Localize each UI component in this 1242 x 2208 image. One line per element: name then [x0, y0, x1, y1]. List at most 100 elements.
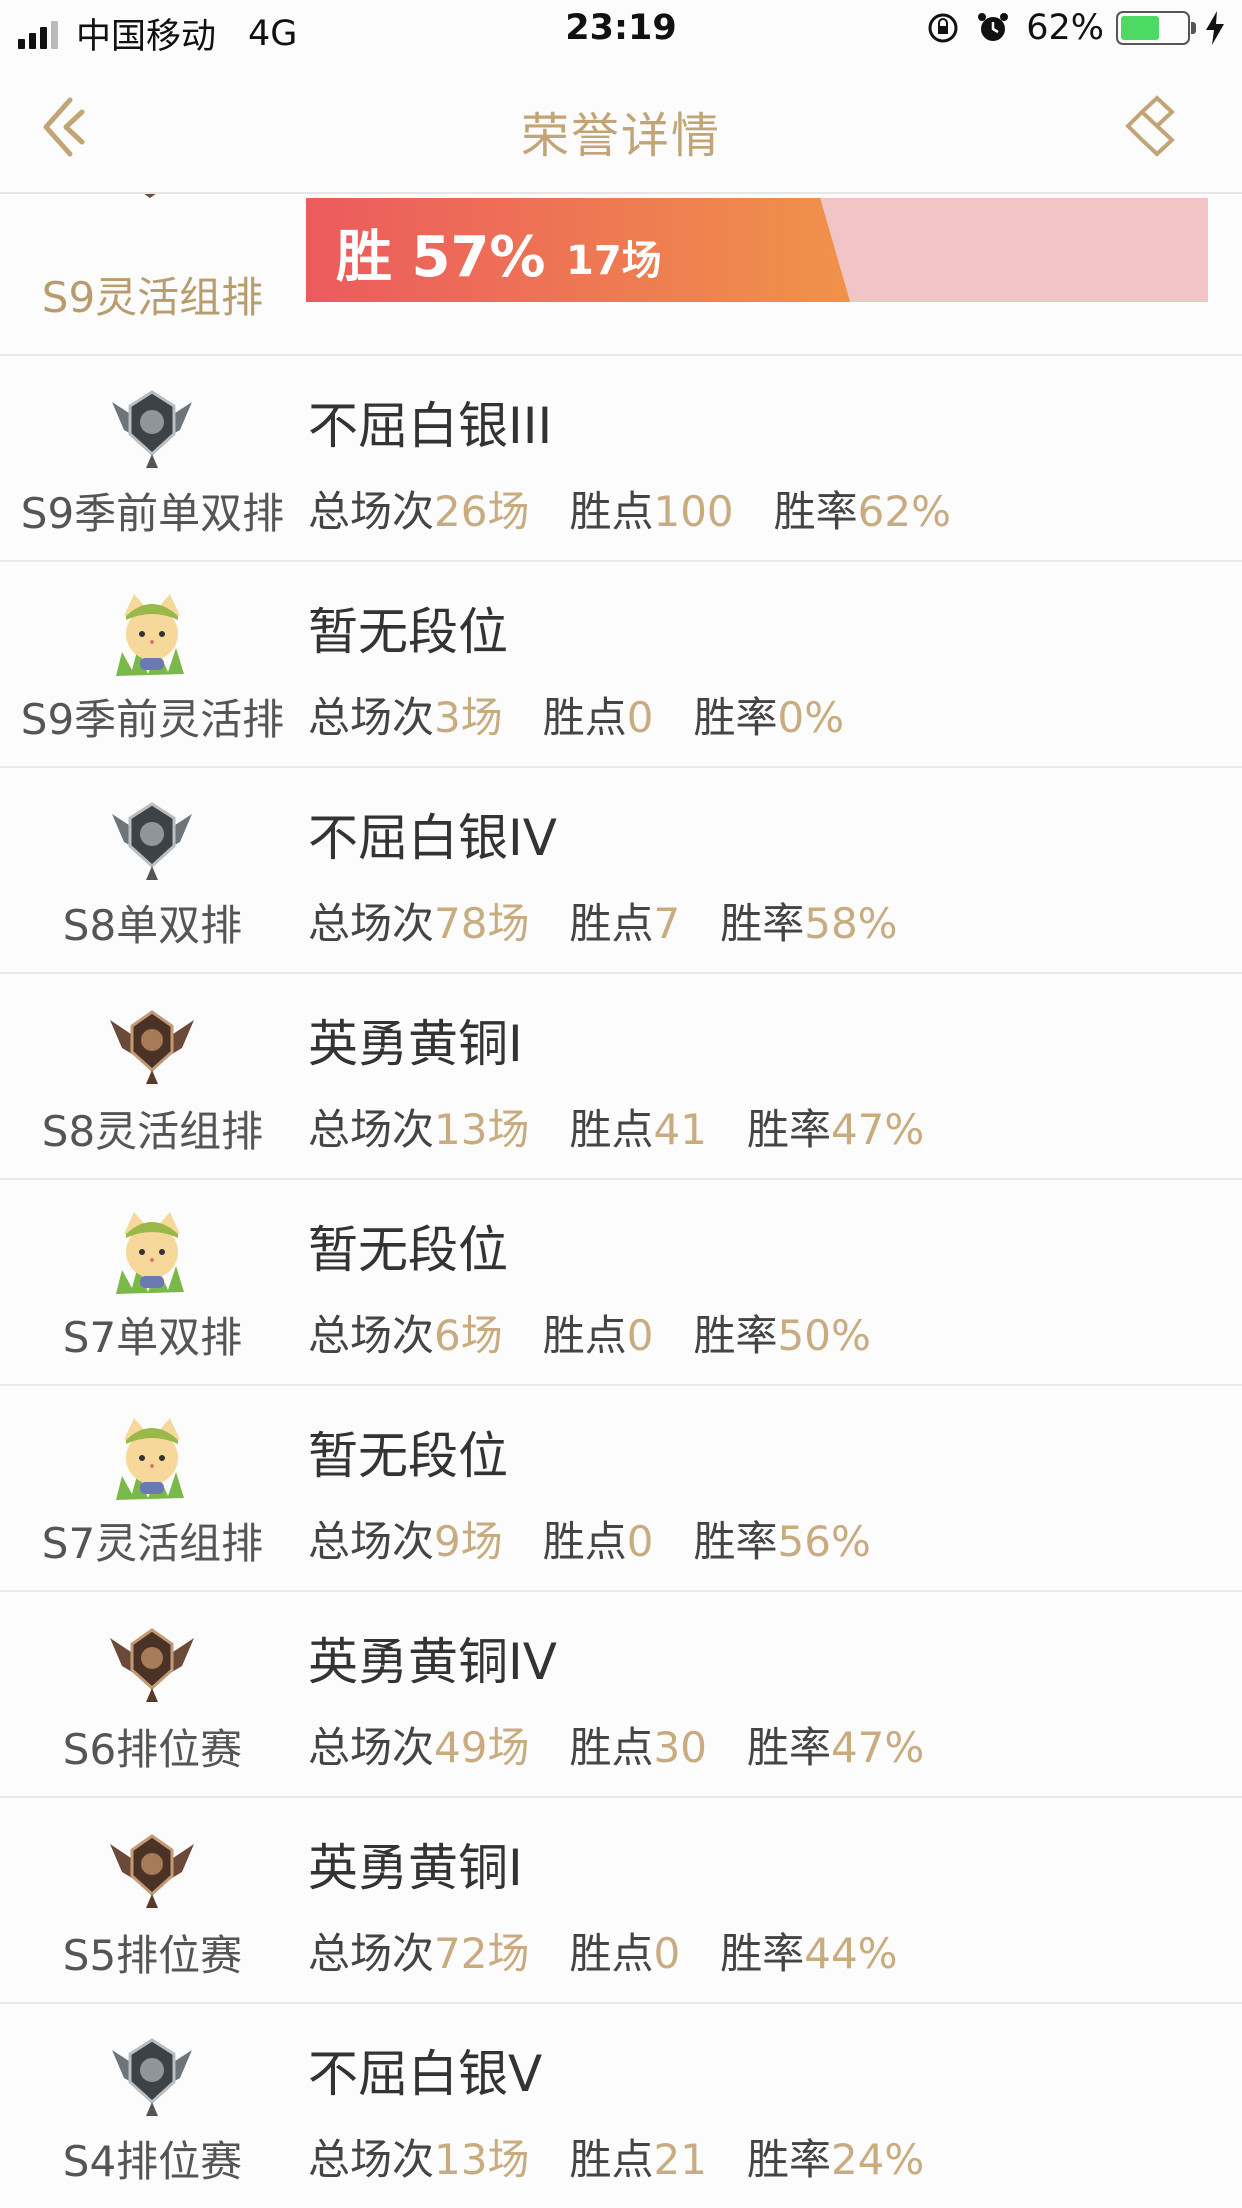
points-label: 胜点 — [542, 693, 627, 742]
alarm-icon — [978, 13, 1009, 41]
total-games-value: 6场 — [434, 1311, 503, 1360]
points-label: 胜点 — [569, 899, 654, 948]
unranked-teemo-icon — [116, 1418, 184, 1500]
list-item[interactable]: S7单双排 暂无段位 总场次6场 胜点0 胜率50% — [0, 1180, 1242, 1386]
points-value: 30 — [653, 1723, 707, 1772]
list-item[interactable]: S4排位赛 不屈白银V 总场次13场 胜点21 胜率24% — [0, 2004, 1242, 2208]
win-rate-label: 胜率 — [720, 899, 805, 948]
win-rate-value: 58% — [804, 899, 898, 948]
total-games-label: 总场次 — [308, 1311, 435, 1360]
total-games-label: 总场次 — [308, 1929, 435, 1978]
silver-badge-icon — [112, 2038, 192, 2116]
win-rate-value: 50% — [777, 1311, 871, 1360]
stats-line: 总场次6场 胜点0 胜率50% — [308, 1302, 871, 1363]
stats-line: 总场次49场 胜点30 胜率47% — [308, 1714, 924, 1775]
season-label: S9季前单双排 — [20, 489, 285, 538]
win-rate-label: 胜率 — [720, 1929, 805, 1978]
total-games-value: 3场 — [434, 693, 503, 742]
list-item[interactable]: S9季前单双排 不屈白银III 总场次26场 胜点100 胜率62% — [0, 356, 1242, 562]
total-games-label: 总场次 — [308, 899, 435, 948]
nav-bar: 荣誉详情 — [0, 62, 1242, 194]
total-games-value: 13场 — [434, 2135, 530, 2184]
win-rate-label: 胜率 — [773, 487, 858, 536]
points-value: 0 — [626, 1517, 654, 1566]
win-rate-value: 56% — [777, 1517, 871, 1566]
win-rate-value: 47% — [830, 1105, 925, 1154]
points-label: 胜点 — [569, 2135, 654, 2184]
rank-name: 不屈白银V — [308, 2045, 543, 2103]
total-games-value: 78场 — [434, 899, 530, 948]
rank-name: 不屈白银IV — [308, 809, 557, 867]
points-label: 胜点 — [569, 487, 654, 536]
list-item[interactable]: S8单双排 不屈白银IV 总场次78场 胜点7 胜率58% — [0, 768, 1242, 974]
win-rate-label: 胜率 — [746, 1723, 831, 1772]
points-value: 0 — [653, 1929, 681, 1978]
season-label: S8灵活组排 — [41, 1107, 264, 1156]
stats-line: 总场次3场 胜点0 胜率0% — [308, 684, 844, 745]
win-rate-label: 胜率 — [746, 2135, 831, 2184]
honor-list[interactable]: S9灵活组排 胜 57% 17场 S9季前单双排 不屈白银III 总场次26场 胜点1… — [0, 194, 1242, 2208]
rotation-lock-icon — [928, 13, 958, 43]
rank-name: 英勇黄铜I — [308, 1839, 523, 1897]
battery-percent: 62% — [1026, 8, 1104, 48]
share-icon[interactable] — [1122, 90, 1192, 160]
list-item[interactable]: S5排位赛 英勇黄铜I 总场次72场 胜点0 胜率44% — [0, 1798, 1242, 2004]
win-rate-label: 胜率 — [746, 1105, 831, 1154]
stats-line: 总场次78场 胜点7 胜率58% — [308, 890, 898, 951]
points-value: 100 — [653, 487, 734, 536]
total-games-value: 49场 — [434, 1723, 530, 1772]
season-label: S9灵活组排 — [41, 273, 264, 322]
total-games-value: 9场 — [434, 1517, 503, 1566]
win-rate-label: 胜率 — [693, 1311, 778, 1360]
points-value: 0 — [626, 693, 654, 742]
list-item[interactable]: S8灵活组排 英勇黄铜I 总场次13场 胜点41 胜率47% — [0, 974, 1242, 1180]
rank-name: 英勇黄铜IV — [308, 1633, 557, 1691]
games-count: 17场 — [566, 238, 662, 284]
total-games-label: 总场次 — [308, 487, 435, 536]
win-rate-text: 胜 57% — [336, 225, 546, 290]
list-item[interactable]: S7灵活组排 暂无段位 总场次9场 胜点0 胜率56% — [0, 1386, 1242, 1592]
points-label: 胜点 — [569, 1929, 654, 1978]
season-label: S7单双排 — [62, 1313, 243, 1362]
stats-line: 总场次13场 胜点21 胜率24% — [308, 2126, 924, 2187]
bronze-badge-icon — [144, 194, 156, 198]
season-rows: S9季前单双排 不屈白银III 总场次26场 胜点100 胜率62% S9季前灵活排 暂无段… — [0, 356, 1242, 2208]
points-label: 胜点 — [542, 1517, 627, 1566]
status-bar: 中国移动 4G 23:19 62% — [0, 0, 1242, 62]
win-rate-value: 24% — [830, 2135, 925, 2184]
battery-fill — [1121, 16, 1159, 40]
unranked-teemo-icon — [116, 594, 184, 676]
points-value: 41 — [653, 1105, 707, 1154]
stats-line: 总场次26场 胜点100 胜率62% — [308, 478, 951, 539]
win-rate-value: 47% — [830, 1723, 925, 1772]
season-label: S9季前灵活排 — [20, 695, 285, 744]
season-label: S4排位赛 — [62, 2137, 243, 2186]
total-games-label: 总场次 — [308, 2135, 435, 2184]
win-rate-value: 44% — [804, 1929, 898, 1978]
rank-name: 暂无段位 — [308, 1221, 508, 1279]
list-item-top[interactable]: S9灵活组排 胜 57% 17场 — [0, 194, 1242, 356]
status-right: 62% — [926, 8, 1226, 48]
total-games-label: 总场次 — [308, 1105, 435, 1154]
season-label: S6排位赛 — [62, 1725, 243, 1774]
points-value: 7 — [653, 899, 681, 948]
list-item[interactable]: S9季前灵活排 暂无段位 总场次3场 胜点0 胜率0% — [0, 562, 1242, 768]
points-label: 胜点 — [569, 1723, 654, 1772]
rank-name: 暂无段位 — [308, 603, 508, 661]
silver-badge-icon — [112, 802, 192, 880]
points-value: 21 — [653, 2135, 707, 2184]
stats-line: 总场次13场 胜点41 胜率47% — [308, 1096, 924, 1157]
win-rate-value: 0% — [777, 693, 845, 742]
total-games-label: 总场次 — [308, 1517, 435, 1566]
bronze-badge-icon — [110, 1628, 194, 1702]
rank-name: 英勇黄铜I — [308, 1015, 523, 1073]
win-rate-value: 62% — [857, 487, 952, 536]
bronze-badge-icon — [110, 1834, 194, 1908]
rank-name: 不屈白银III — [308, 397, 553, 455]
win-rate-label: 胜率 — [693, 693, 778, 742]
stats-line: 总场次72场 胜点0 胜率44% — [308, 1920, 898, 1981]
list-item[interactable]: S6排位赛 英勇黄铜IV 总场次49场 胜点30 胜率47% — [0, 1592, 1242, 1798]
season-label: S8单双排 — [62, 901, 243, 950]
points-value: 0 — [626, 1311, 654, 1360]
silver-badge-icon — [112, 390, 192, 468]
